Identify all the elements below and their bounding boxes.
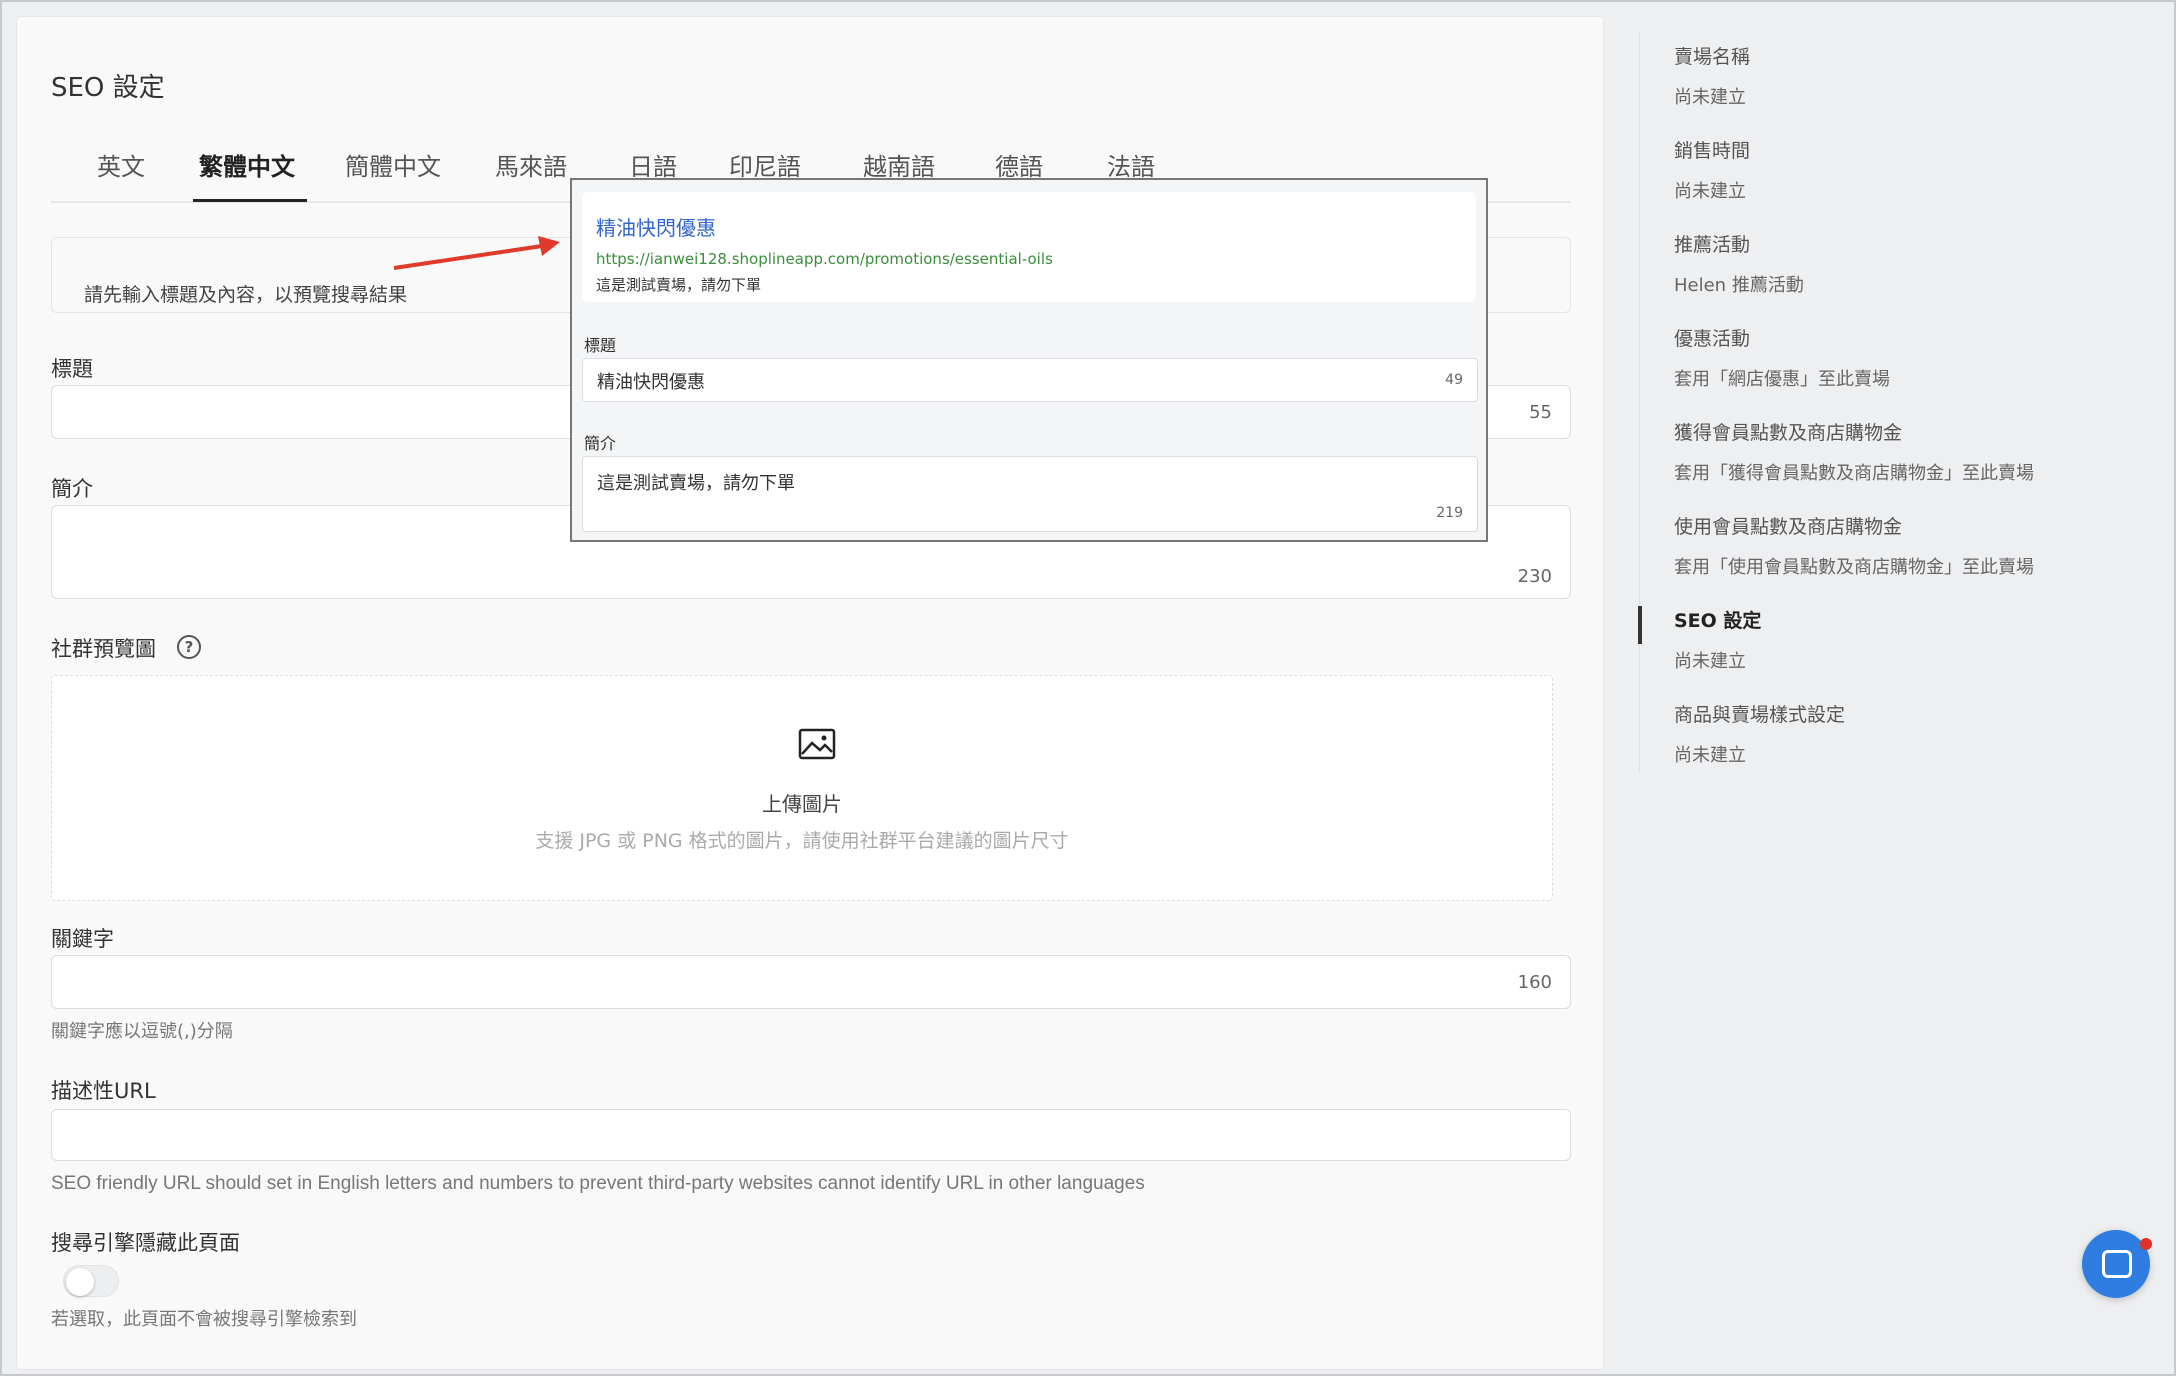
- keywords-label: 關鍵字: [51, 927, 114, 951]
- preview-title[interactable]: 精油快閃優惠: [596, 212, 716, 241]
- popup-title-label: 標題: [584, 336, 617, 355]
- sidebar-item-sub: 尚未建立: [1674, 651, 1746, 672]
- popup-intro-label: 簡介: [584, 434, 617, 453]
- sidebar-item-title: 銷售時間: [1674, 140, 1751, 162]
- preview-description: 這是測試賣場，請勿下單: [596, 276, 762, 294]
- popup-intro-count: 219: [1436, 505, 1463, 521]
- tab-simplified-chinese[interactable]: 簡體中文: [345, 147, 441, 182]
- chat-icon: [2102, 1250, 2132, 1278]
- arrow-annotation: [393, 236, 560, 270]
- title-char-count: 55: [1529, 402, 1552, 423]
- sidebar-item-title: 優惠活動: [1674, 328, 1751, 350]
- sidebar-item-title: 商品與賣場樣式設定: [1674, 704, 1846, 726]
- hide-from-search-toggle[interactable]: [63, 1265, 119, 1297]
- popup-title-count: 49: [1445, 372, 1463, 388]
- hide-page-helper: 若選取，此頁面不會被搜尋引擎檢索到: [51, 1309, 357, 1330]
- sidebar-item-sub: 尚未建立: [1674, 181, 1746, 202]
- search-result-preview: 精油快閃優惠 https://ianwei128.shoplineapp.com…: [582, 192, 1476, 302]
- sidebar-item-style-settings[interactable]: 商品與賣場樣式設定 尚未建立: [1674, 700, 1845, 767]
- sidebar-item-title: SEO 設定: [1674, 610, 1762, 632]
- tab-french[interactable]: 法語: [1107, 147, 1155, 182]
- keywords-helper: 關鍵字應以逗號(,)分隔: [51, 1021, 233, 1042]
- sidebar-item-sub: 套用「獲得會員點數及商店購物金」至此賣場: [1674, 463, 2034, 484]
- tab-traditional-chinese[interactable]: 繁體中文: [199, 147, 295, 182]
- sidebar-item-sub: Helen 推薦活動: [1674, 275, 1804, 296]
- sidebar-guide-line: [1639, 32, 1640, 772]
- tab-english[interactable]: 英文: [97, 147, 145, 182]
- popup-title-input[interactable]: 精油快閃優惠 49: [582, 358, 1478, 402]
- search-preview-popup: 精油快閃優惠 https://ianwei128.shoplineapp.com…: [570, 178, 1488, 542]
- image-upload-area[interactable]: 上傳圖片 支援 JPG 或 PNG 格式的圖片，請使用社群平台建議的圖片尺寸: [51, 675, 1553, 901]
- hide-page-label: 搜尋引擎隱藏此頁面: [51, 1231, 240, 1255]
- sidebar-item-sub: 尚未建立: [1674, 745, 1746, 766]
- tab-indonesian[interactable]: 印尼語: [729, 147, 801, 182]
- sidebar-item-sub: 尚未建立: [1674, 87, 1746, 108]
- sidebar-item-earn-points[interactable]: 獲得會員點數及商店購物金 套用「獲得會員點數及商店購物金」至此賣場: [1674, 418, 2034, 485]
- preview-hint-text: 請先輸入標題及內容，以預覽搜尋結果: [84, 284, 408, 306]
- sidebar-item-referral[interactable]: 推薦活動 Helen 推薦活動: [1674, 230, 1804, 297]
- sidebar-item-store-name[interactable]: 賣場名稱 尚未建立: [1674, 42, 1750, 109]
- sidebar-active-indicator: [1638, 606, 1642, 644]
- page-title: SEO 設定: [51, 73, 165, 103]
- sidebar-item-sub: 套用「網店優惠」至此賣場: [1674, 369, 1890, 390]
- intro-label: 簡介: [51, 477, 93, 501]
- intro-char-count: 230: [1517, 566, 1552, 587]
- popup-intro-textarea[interactable]: 這是測試賣場，請勿下單 219: [582, 456, 1478, 532]
- toggle-knob: [66, 1268, 94, 1296]
- keywords-input[interactable]: 160: [51, 955, 1571, 1009]
- tab-vietnamese[interactable]: 越南語: [863, 147, 935, 182]
- sidebar-item-title: 使用會員點數及商店購物金: [1674, 516, 1903, 538]
- sidebar-item-sub: 套用「使用會員點數及商店購物金」至此賣場: [1674, 557, 2034, 578]
- sidebar-item-title: 推薦活動: [1674, 234, 1751, 256]
- sidebar-item-seo[interactable]: SEO 設定 尚未建立: [1674, 606, 1761, 673]
- image-icon: [798, 728, 836, 760]
- chat-button[interactable]: [2082, 1230, 2152, 1298]
- popup-intro-value: 這是測試賣場，請勿下單: [597, 473, 795, 494]
- window-frame: SEO 設定 英文 繁體中文 簡體中文 馬來語 日語 印尼語 越南語 德語 法語…: [0, 0, 2176, 1376]
- descriptive-url-input[interactable]: [51, 1109, 1571, 1161]
- social-preview-label: 社群預覽圖: [51, 637, 156, 661]
- preview-url: https://ianwei128.shoplineapp.com/promot…: [596, 250, 1053, 268]
- active-tab-indicator: [193, 199, 307, 202]
- help-icon[interactable]: ?: [177, 635, 201, 659]
- keywords-char-count: 160: [1517, 972, 1552, 993]
- sidebar-item-promotions[interactable]: 優惠活動 套用「網店優惠」至此賣場: [1674, 324, 1890, 391]
- sidebar-item-title: 賣場名稱: [1674, 46, 1751, 68]
- url-helper: SEO friendly URL should set in English l…: [51, 1173, 1145, 1194]
- upload-subtitle: 支援 JPG 或 PNG 格式的圖片，請使用社群平台建議的圖片尺寸: [535, 830, 1069, 852]
- chat-notification-dot: [2140, 1238, 2152, 1250]
- sidebar-item-sales-time[interactable]: 銷售時間 尚未建立: [1674, 136, 1750, 203]
- sidebar-item-title: 獲得會員點數及商店購物金: [1674, 422, 1903, 444]
- sidebar-item-use-points[interactable]: 使用會員點數及商店購物金 套用「使用會員點數及商店購物金」至此賣場: [1674, 512, 2034, 579]
- tab-malay[interactable]: 馬來語: [495, 147, 567, 182]
- title-label: 標題: [51, 357, 93, 381]
- upload-title: 上傳圖片: [762, 792, 842, 816]
- tab-german[interactable]: 德語: [995, 147, 1043, 182]
- popup-title-value: 精油快閃優惠: [597, 372, 705, 393]
- tab-japanese[interactable]: 日語: [629, 147, 677, 182]
- url-label: 描述性URL: [51, 1079, 156, 1103]
